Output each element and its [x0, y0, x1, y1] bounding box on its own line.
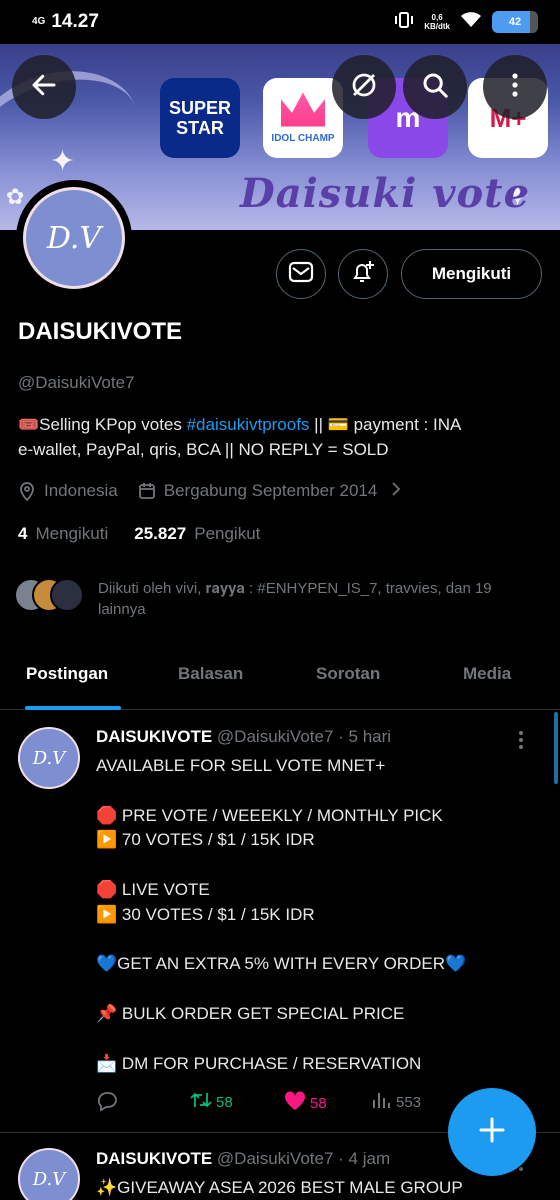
status-icons: 0,6 KB/dtk 42 — [394, 11, 538, 34]
tab-posts[interactable]: Postingan — [26, 664, 108, 684]
followed-by-text: Diikuti oleh vivi, 𝐫𝐚𝐲𝐲𝐚 : #ENHYPEN_IS_7… — [98, 580, 492, 618]
user-handle: @DaisukiVote7 — [18, 373, 135, 392]
views-bar-chart-icon — [372, 1091, 392, 1113]
following-label: Mengikuti — [35, 524, 109, 543]
speed-value: 0,6 — [431, 13, 443, 22]
network-speed: 0,6 KB/dtk — [424, 13, 450, 31]
battery-indicator: 42 — [492, 11, 538, 33]
post-header: DAISUKIVOTE @DaisukiVote7 · 5 hari — [96, 727, 391, 747]
plus-icon — [477, 1115, 507, 1150]
views-button[interactable]: 553 — [372, 1091, 421, 1113]
follow-counts: 4 Mengikuti 25.827 Pengikut — [18, 524, 260, 544]
retweet-icon — [190, 1091, 212, 1113]
bio-text: 🎟️Selling KPop votes — [18, 415, 187, 434]
followed-by-row[interactable]: Diikuti oleh vivi, 𝐫𝐚𝐲𝐲𝐚 : #ENHYPEN_IS_7… — [14, 578, 528, 620]
active-tab-indicator — [25, 706, 121, 710]
banner-title: Daisuki vote — [240, 170, 531, 217]
more-options-button[interactable] — [483, 55, 547, 119]
message-button[interactable] — [276, 249, 326, 299]
tab-media[interactable]: Media — [463, 664, 511, 684]
battery-level: 42 — [508, 16, 522, 28]
location-text: Indonesia — [44, 481, 118, 500]
wifi-icon — [460, 11, 482, 34]
profile-avatar[interactable]: D.V — [16, 180, 132, 296]
view-count: 553 — [396, 1093, 422, 1111]
superstar-app-logo: SUPER STAR — [160, 78, 240, 158]
vibrate-icon — [394, 11, 414, 34]
reply-button[interactable] — [96, 1091, 118, 1115]
post-header: DAISUKIVOTE @DaisukiVote7 · 4 jam — [96, 1149, 390, 1169]
clock: 14.27 — [51, 11, 99, 32]
post-text: ✨GIVEAWAY ASEA 2026 BEST MALE GROUP — [96, 1178, 463, 1197]
like-button[interactable]: 58 — [284, 1091, 327, 1115]
following-button[interactable]: Mengikuti — [401, 249, 542, 299]
post-text: AVAILABLE FOR SELL VOTE MNET+ 🛑 PRE VOTE… — [96, 756, 467, 1073]
avatar — [50, 578, 84, 612]
status-bar: 4G 14.27 0,6 KB/dtk 42 — [0, 0, 560, 44]
following-link[interactable]: 4 Mengikuti — [18, 524, 108, 544]
heart-icon — [284, 1091, 306, 1115]
post-author-handle: @DaisukiVote7 — [216, 1149, 334, 1168]
chevron-right-icon[interactable] — [391, 481, 401, 501]
post-more-button[interactable] — [518, 730, 524, 754]
profile-tabs: Postingan Balasan Sorotan Media — [0, 648, 560, 710]
joined-date: Bergabung September 2014 — [163, 481, 378, 500]
idolchamp-app-logo: IDOL CHAMP — [263, 78, 343, 158]
network-indicator: 4G — [32, 16, 46, 27]
search-icon — [420, 70, 450, 105]
envelope-icon — [288, 261, 314, 288]
retweet-button[interactable]: 58 — [190, 1091, 233, 1113]
search-button[interactable] — [403, 55, 467, 119]
compose-post-button[interactable] — [448, 1088, 536, 1176]
location-pin-icon — [18, 481, 36, 501]
avatar[interactable]: D.V — [18, 1148, 80, 1200]
post-author-name[interactable]: DAISUKIVOTE — [96, 727, 212, 746]
avatar-monogram: D.V — [46, 220, 102, 256]
crown-icon — [281, 92, 325, 127]
scrollbar[interactable] — [554, 712, 558, 784]
star-icon: ✦ — [50, 145, 76, 178]
post-time: · 4 jam — [338, 1149, 391, 1168]
like-count: 58 — [310, 1094, 327, 1112]
profile-bio: 🎟️Selling KPop votes #daisukivtproofs ||… — [18, 412, 538, 462]
avatar-monogram: D.V — [32, 1168, 66, 1190]
more-vertical-icon — [511, 72, 519, 103]
post-time: · 5 hari — [338, 727, 392, 746]
profile-meta: Indonesia Bergabung September 2014 — [18, 481, 401, 501]
flower-icon: ✿ — [6, 184, 25, 209]
bio-text: || 💳 payment : INA — [309, 415, 462, 434]
bio-hashtag-link[interactable]: #daisukivtproofs — [187, 415, 310, 434]
speed-unit: KB/dtk — [424, 22, 450, 31]
followers-count: 25.827 — [134, 524, 187, 543]
avatar[interactable]: D.V — [18, 727, 80, 789]
tab-replies[interactable]: Balasan — [178, 664, 243, 684]
avatar-image: D.V — [23, 187, 125, 289]
back-button[interactable] — [12, 55, 76, 119]
display-name: DAISUKIVOTE — [18, 318, 183, 345]
post-author-name[interactable]: DAISUKIVOTE — [96, 1149, 212, 1168]
no-translate-icon — [349, 70, 379, 105]
retweet-count: 58 — [216, 1093, 233, 1111]
unmute-translate-button[interactable] — [332, 55, 396, 119]
bell-plus-icon — [349, 258, 377, 291]
post-author-handle: @DaisukiVote7 — [216, 727, 334, 746]
calendar-icon — [138, 482, 156, 500]
more-vertical-icon — [518, 731, 524, 755]
following-count: 4 — [18, 524, 28, 543]
followers-label: Pengikut — [194, 524, 261, 543]
tab-highlights[interactable]: Sorotan — [316, 664, 380, 684]
bio-text: e-wallet, PayPal, qris, BCA || NO REPLY … — [18, 440, 389, 459]
avatar-monogram: D.V — [32, 747, 66, 769]
arrow-left-icon — [29, 70, 59, 105]
followers-link[interactable]: 25.827 Pengikut — [134, 524, 260, 544]
reply-icon — [96, 1091, 118, 1115]
notifications-button[interactable] — [338, 249, 388, 299]
